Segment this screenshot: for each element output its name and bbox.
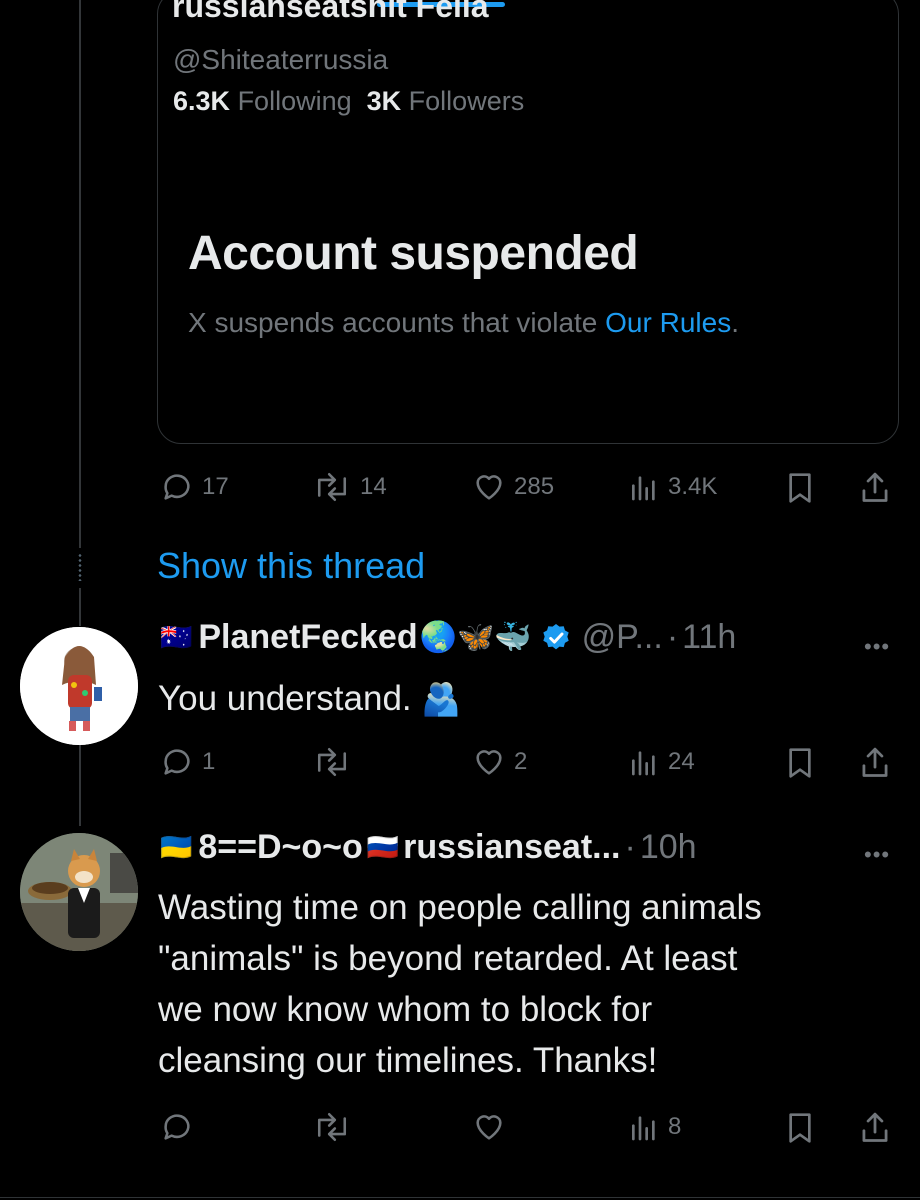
like-button[interactable]: 285	[472, 470, 554, 504]
ua-flag: 🇺🇦	[160, 832, 193, 862]
repost-button[interactable]: 14	[312, 470, 387, 504]
reply2-text: Wasting time on people calling animals "…	[158, 882, 762, 1086]
share-icon	[858, 470, 892, 506]
reply-button[interactable]: 1	[160, 745, 215, 779]
bottom-divider	[0, 1197, 920, 1198]
views-count: 3.4K	[668, 473, 718, 500]
our-rules-link[interactable]: Our Rules	[605, 307, 731, 338]
views-button[interactable]: 8	[628, 1110, 681, 1144]
like-button[interactable]	[472, 1110, 514, 1144]
reply1-text-body: You understand.	[158, 679, 412, 718]
suspended-description: X suspends accounts that violate Our Rul…	[188, 307, 739, 339]
reply1-user-name[interactable]: PlanetFecked	[198, 618, 417, 657]
thread-line-mid	[79, 588, 81, 626]
views-icon	[628, 470, 660, 504]
repost-icon	[312, 745, 352, 779]
views-button[interactable]: 3.4K	[628, 470, 717, 504]
reply2-user-name-rest[interactable]: russianseat...	[403, 828, 620, 867]
suspended-desc-text: X suspends accounts that violate	[188, 307, 606, 338]
share-button[interactable]	[858, 1110, 892, 1146]
reply2-time[interactable]: 10h	[640, 828, 697, 867]
reply1-header: 🇦🇺 PlanetFecked 🌏🦋🐳 @P... · 11h	[160, 618, 736, 657]
bookmark-icon	[784, 470, 816, 506]
thread-gap-dots	[78, 553, 82, 581]
ru-flag: 🇷🇺	[366, 832, 400, 862]
avatar[interactable]	[20, 627, 138, 745]
share-button[interactable]	[858, 745, 892, 781]
views-icon	[628, 1110, 660, 1144]
reply1-handle: @P...	[581, 618, 663, 656]
reply1-text-emoji: 🫂	[421, 681, 462, 717]
reply1-name-emojis: 🌏🦋🐳	[419, 621, 532, 654]
thread-line-top	[79, 0, 81, 548]
reply2-text-line: "animals" is beyond retarded. At least	[158, 939, 738, 978]
reply2-text-line: we now know whom to block for	[158, 990, 653, 1029]
more-icon[interactable]: •••	[864, 634, 890, 660]
quoted-follow-stats: 6.3K Following 3K Followers	[173, 86, 524, 117]
suspended-title: Account suspended	[188, 227, 639, 280]
reply2-text-line: Wasting time on people calling animals	[158, 888, 762, 927]
thread-line-reply1	[79, 744, 81, 826]
planetfecked-avatar-image	[20, 627, 138, 745]
reply-count: 1	[202, 748, 216, 775]
like-icon	[472, 1110, 506, 1144]
reply-count: 17	[202, 473, 229, 500]
reply-button[interactable]: 17	[160, 470, 229, 504]
au-flag: 🇦🇺	[160, 622, 193, 652]
bookmark-icon	[784, 745, 816, 781]
reply1-separator: ·	[666, 618, 679, 656]
views-count: 8	[668, 1113, 682, 1140]
reply-icon	[160, 470, 194, 504]
reply-button[interactable]	[160, 1110, 202, 1144]
reply2-header: 🇺🇦 8==D~o~o 🇷🇺 russianseat... · 10h	[160, 828, 697, 867]
followers-label: Followers	[408, 86, 525, 116]
like-count: 285	[514, 473, 555, 500]
quoted-user-name[interactable]: russianseatshit Fella	[172, 0, 489, 25]
bookmark-button[interactable]	[784, 470, 816, 506]
reply2-user-name[interactable]: 8==D~o~o	[198, 828, 362, 867]
bookmark-icon	[784, 1110, 816, 1146]
views-button[interactable]: 24	[628, 745, 695, 779]
like-button[interactable]: 2	[472, 745, 527, 779]
followers-count: 3K	[366, 86, 402, 116]
repost-icon	[312, 470, 352, 504]
repost-button[interactable]	[312, 745, 360, 779]
following-label: Following	[237, 86, 352, 116]
bookmark-button[interactable]	[784, 1110, 816, 1146]
repost-icon	[312, 1110, 352, 1144]
views-count: 24	[668, 748, 695, 775]
avatar[interactable]	[20, 833, 138, 951]
reply2-avatar-image	[20, 833, 138, 951]
share-icon	[858, 745, 892, 781]
reply2-text-line: cleansing our timelines. Thanks!	[158, 1041, 658, 1080]
like-count: 2	[514, 748, 528, 775]
verified-badge-icon	[540, 622, 572, 654]
like-icon	[472, 470, 506, 504]
bookmark-button[interactable]	[784, 745, 816, 781]
views-icon	[628, 745, 660, 779]
repost-count: 14	[360, 473, 387, 500]
quoted-user-handle: @Shiteaterrussia	[173, 44, 389, 75]
reply2-separator: ·	[624, 828, 636, 866]
reply-icon	[160, 745, 194, 779]
following-count: 6.3K	[173, 86, 231, 116]
reply1-text: You understand. 🫂	[158, 673, 461, 725]
reply-icon	[160, 1110, 194, 1144]
reply1-time[interactable]: 11h	[682, 618, 736, 657]
repost-button[interactable]	[312, 1110, 360, 1144]
share-button[interactable]	[858, 470, 892, 506]
show-thread-link[interactable]: Show this thread	[157, 545, 425, 587]
rules-period: .	[731, 307, 739, 338]
like-icon	[472, 745, 506, 779]
more-icon[interactable]: •••	[864, 842, 890, 868]
share-icon	[858, 1110, 892, 1146]
